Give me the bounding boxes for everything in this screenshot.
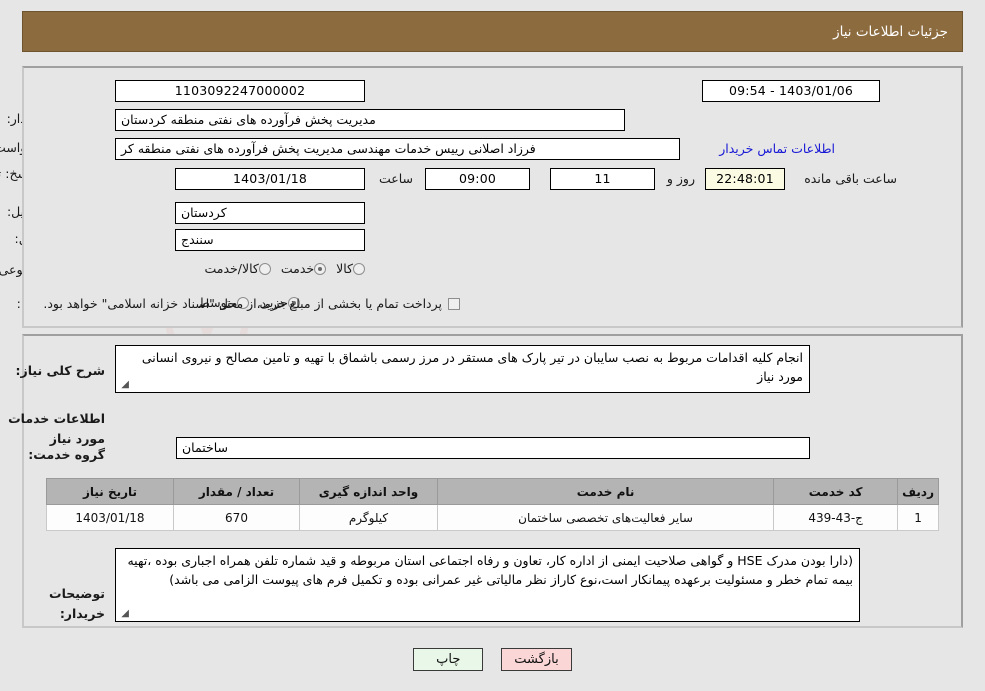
category-radio-group: کالا خدمت کالا/خدمت bbox=[194, 261, 365, 276]
buyer-notes-value: (دارا بودن مدرک HSE و گواهی صلاحیت ایمنی… bbox=[127, 553, 853, 587]
general-desc-box[interactable]: انجام کلیه اقدامات مربوط به نصب سایبان د… bbox=[115, 345, 810, 393]
cell-quantity: 670 bbox=[173, 504, 300, 531]
cell-service-code: ج-43-439 bbox=[773, 504, 899, 531]
services-section-title: اطلاعات خدمات مورد نیاز bbox=[8, 411, 105, 446]
treasury-checkbox[interactable] bbox=[448, 298, 460, 311]
th-service-code: کد خدمت bbox=[773, 478, 899, 505]
th-service-name: نام خدمت bbox=[436, 478, 775, 505]
radio-category-kala-khedmat-label: کالا/خدمت bbox=[204, 261, 259, 276]
buyer-notes-label-wrap: توضیحات خریدار: bbox=[0, 583, 105, 623]
deadline-time-value: 09:00 bbox=[425, 168, 530, 190]
resize-grip-icon[interactable]: ◢ bbox=[119, 380, 129, 390]
th-row-no: ردیف bbox=[897, 478, 939, 505]
th-need-date: تاریخ نیاز bbox=[46, 478, 174, 505]
page-title-bar: جزئیات اطلاعات نیاز bbox=[22, 11, 963, 52]
cell-row-no: 1 bbox=[897, 504, 939, 531]
general-desc-label-wrap: شرح کلی نیاز: bbox=[16, 360, 105, 380]
cell-unit: کیلوگرم bbox=[299, 504, 438, 531]
remaining-days-label: روز و bbox=[666, 171, 695, 186]
buyer-notes-box[interactable]: (دارا بودن مدرک HSE و گواهی صلاحیت ایمنی… bbox=[115, 548, 860, 622]
cell-service-name: سایر فعالیت‌های تخصصی ساختمان bbox=[436, 504, 775, 531]
service-group-label-wrap: گروه خدمت: bbox=[28, 444, 105, 464]
general-desc-value: انجام کلیه اقدامات مربوط به نصب سایبان د… bbox=[141, 350, 803, 384]
need-number-value: 1103092247000002 bbox=[115, 80, 365, 102]
general-desc-label: شرح کلی نیاز: bbox=[15, 363, 105, 378]
services-section-title-wrap: اطلاعات خدمات مورد نیاز bbox=[0, 408, 105, 448]
deadline-date-value: 1403/01/18 bbox=[175, 168, 365, 190]
radio-category-kala-khedmat[interactable] bbox=[258, 262, 271, 275]
buyer-notes-label: توضیحات خریدار: bbox=[49, 586, 105, 621]
cell-need-date: 1403/01/18 bbox=[46, 504, 174, 531]
radio-category-khedmat[interactable] bbox=[314, 262, 327, 275]
treasury-checkbox-label: پرداخت تمام یا بخشی از مبلغ خرید،از محل … bbox=[43, 296, 442, 311]
th-quantity: تعداد / مقدار bbox=[173, 478, 300, 505]
services-table: ردیف کد خدمت نام خدمت واحد اندازه گیری ت… bbox=[46, 478, 939, 531]
announce-datetime-value: 1403/01/06 - 09:54 bbox=[702, 80, 880, 102]
page-root: AriaTender.net جزئیات اطلاعات نیاز شماره… bbox=[0, 0, 985, 691]
table-row[interactable]: 1 ج-43-439 سایر فعالیت‌های تخصصی ساختمان… bbox=[46, 504, 939, 531]
radio-category-kala-label: کالا bbox=[336, 261, 353, 276]
province-value: کردستان bbox=[175, 202, 365, 224]
countdown-value: 22:48:01 bbox=[705, 168, 785, 190]
city-value: سنندج bbox=[175, 229, 365, 251]
deadline-hour-label: ساعت bbox=[378, 171, 413, 186]
radio-category-khedmat-label: خدمت bbox=[280, 261, 315, 276]
creator-value: فرزاد اصلانی رییس خدمات مهندسی مدیریت پخ… bbox=[115, 138, 680, 160]
countdown-label: ساعت باقی مانده bbox=[804, 171, 897, 186]
notes-resize-grip-icon[interactable]: ◢ bbox=[119, 609, 129, 619]
table-header-row: ردیف کد خدمت نام خدمت واحد اندازه گیری ت… bbox=[46, 478, 939, 505]
th-unit: واحد اندازه گیری bbox=[299, 478, 438, 505]
remaining-days-value: 11 bbox=[550, 168, 655, 190]
page-title: جزئیات اطلاعات نیاز bbox=[833, 23, 948, 40]
buyer-org-value: مدیریت پخش فرآورده های نفتی منطقه کردستا… bbox=[115, 109, 625, 131]
service-group-label: گروه خدمت: bbox=[28, 447, 105, 462]
action-button-row: بازگشت چاپ bbox=[0, 648, 985, 671]
buyer-contact-link[interactable]: اطلاعات تماس خریدار bbox=[719, 141, 835, 156]
print-button[interactable]: چاپ bbox=[413, 648, 484, 671]
treasury-checkbox-wrap[interactable]: پرداخت تمام یا بخشی از مبلغ خرید،از محل … bbox=[43, 296, 460, 313]
radio-category-kala[interactable] bbox=[353, 262, 365, 275]
need-info-panel bbox=[22, 66, 963, 328]
back-button[interactable]: بازگشت bbox=[501, 648, 572, 671]
service-group-value: ساختمان bbox=[176, 437, 810, 459]
